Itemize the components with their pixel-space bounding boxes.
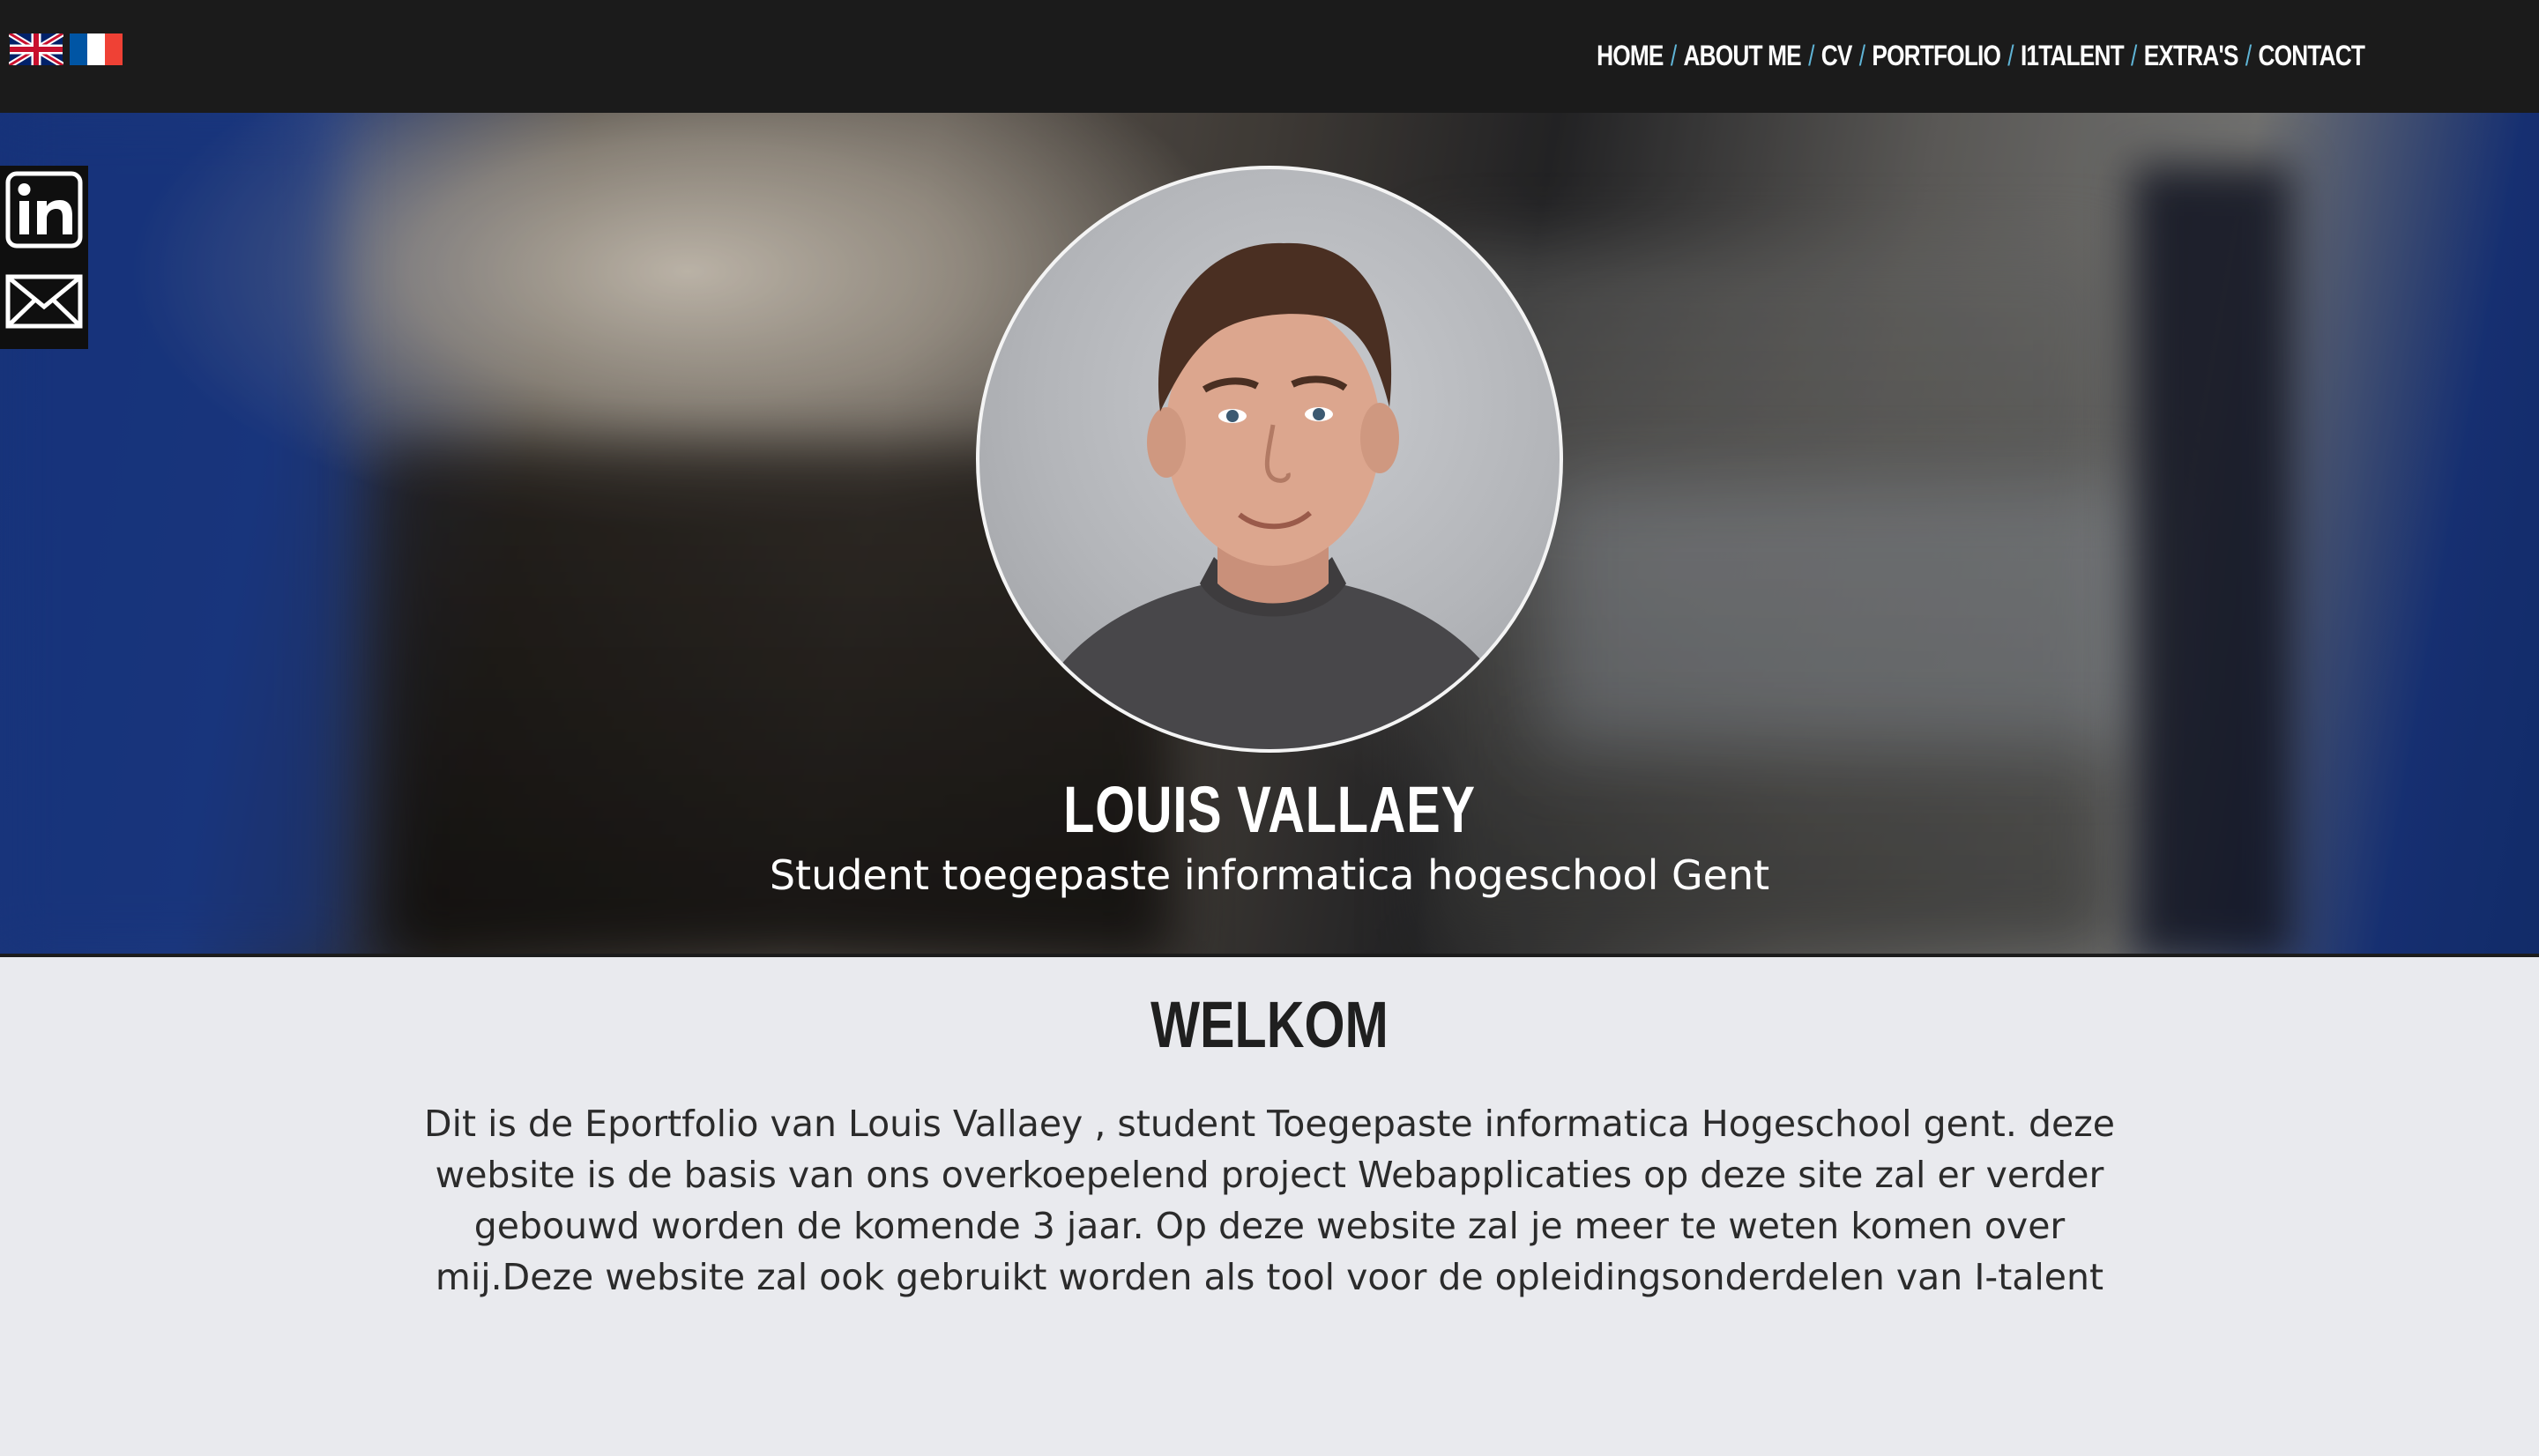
social-sidebar [0,166,88,349]
page: HOME / ABOUT ME / CV / PORTFOLIO / I1TAL… [0,0,2539,1456]
language-switcher [9,33,123,65]
mail-icon[interactable] [5,263,83,340]
nav-separator: / [2007,39,2014,71]
nav-separator: / [2130,39,2137,71]
uk-flag-icon[interactable] [9,33,63,65]
hero-name: LOUIS VALLAEY [1063,773,1476,846]
welcome-title: WELKOM [1150,988,1389,1061]
portrait-illustration [1016,242,1530,749]
nav-separator: / [1858,39,1865,71]
nav-home[interactable]: HOME [1597,40,1664,72]
hero-banner: LOUIS VALLAEY Student toegepaste informa… [0,113,2539,955]
french-flag-icon[interactable] [69,33,123,65]
nav-about-me[interactable]: ABOUT ME [1683,40,1801,72]
profile-photo [976,166,1563,753]
section-divider [0,954,2539,957]
linkedin-icon[interactable] [5,171,83,249]
nav-separator: / [1807,39,1814,71]
nav-extras[interactable]: EXTRA'S [2144,40,2239,72]
top-navigation-bar: HOME / ABOUT ME / CV / PORTFOLIO / I1TAL… [0,0,2539,113]
nav-separator: / [2245,39,2252,71]
hero-subtitle: Student toegepaste informatica hogeschoo… [769,851,1770,899]
welcome-text: Dit is de Eportfolio van Louis Vallaey ,… [424,1103,2115,1298]
nav-cv[interactable]: CV [1821,40,1853,72]
nav-portfolio[interactable]: PORTFOLIO [1872,40,2000,72]
nav-contact[interactable]: CONTACT [2258,40,2364,72]
main-nav: HOME / ABOUT ME / CV / PORTFOLIO / I1TAL… [1597,33,2365,78]
nav-separator: / [1670,39,1677,71]
nav-i1talent[interactable]: I1TALENT [2021,40,2125,72]
